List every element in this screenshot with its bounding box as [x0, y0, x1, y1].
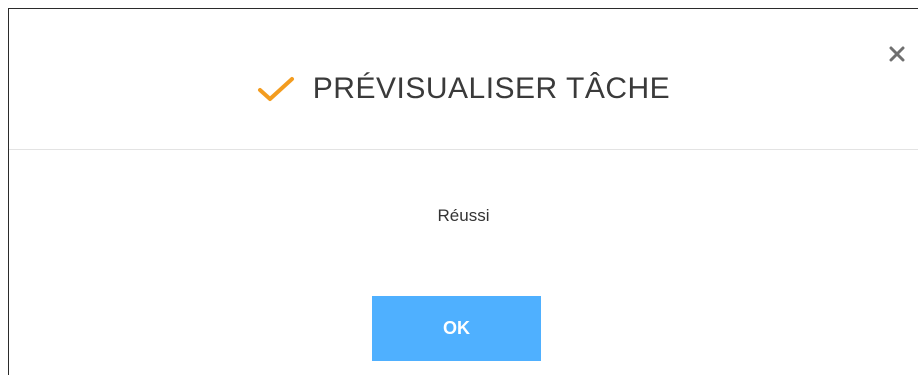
dialog-body: Réussi OK	[9, 150, 918, 376]
preview-task-dialog: PRÉVISUALISER TÂCHE Réussi OK	[8, 8, 918, 375]
check-icon	[257, 76, 295, 102]
ok-button[interactable]: OK	[372, 296, 541, 361]
dialog-title: PRÉVISUALISER TÂCHE	[312, 72, 671, 105]
dialog-header: PRÉVISUALISER TÂCHE	[9, 9, 918, 150]
status-message: Réussi	[437, 206, 490, 225]
close-icon[interactable]	[886, 43, 908, 65]
dialog-title-group: PRÉVISUALISER TÂCHE	[9, 69, 918, 109]
